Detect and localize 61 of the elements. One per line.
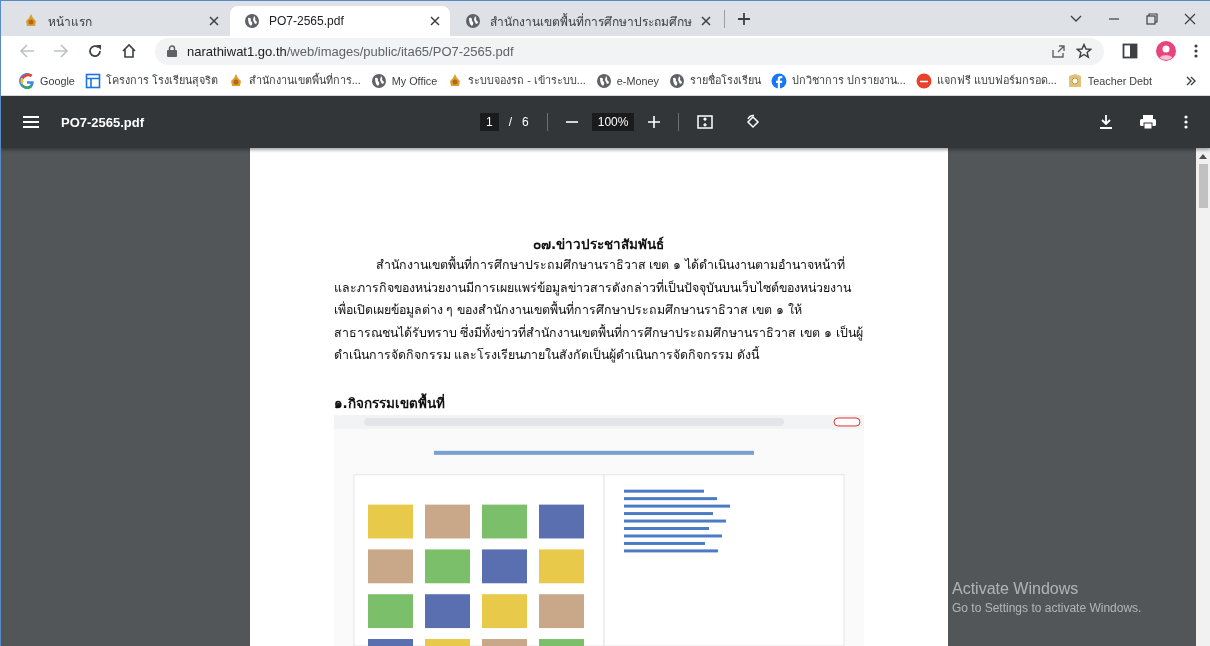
browser-tab[interactable]: หน้าแรก bbox=[9, 6, 229, 36]
bookmark-item[interactable]: Teacher Debt bbox=[1062, 69, 1157, 92]
close-icon[interactable] bbox=[701, 16, 711, 26]
globe-icon bbox=[595, 72, 612, 89]
more-menu-icon[interactable] bbox=[1184, 115, 1188, 129]
scroll-up-icon[interactable] bbox=[1199, 153, 1207, 159]
globe-icon bbox=[465, 13, 481, 29]
download-icon[interactable] bbox=[1100, 115, 1112, 129]
facebook-icon bbox=[770, 72, 787, 89]
reload-icon[interactable] bbox=[87, 43, 103, 59]
star-icon[interactable] bbox=[1076, 43, 1092, 59]
close-icon[interactable] bbox=[1184, 12, 1196, 25]
close-icon[interactable] bbox=[430, 16, 440, 26]
globe-icon bbox=[244, 13, 260, 29]
zoom-in-icon[interactable] bbox=[648, 116, 661, 128]
menu-icon[interactable] bbox=[23, 116, 39, 128]
double-chevron-icon[interactable] bbox=[1186, 75, 1196, 86]
bookmark-item[interactable]: My Office bbox=[366, 69, 442, 92]
restore-icon[interactable] bbox=[1146, 12, 1158, 25]
emblem-icon bbox=[23, 13, 39, 29]
print-icon[interactable] bbox=[1140, 115, 1156, 129]
rotate-icon[interactable] bbox=[745, 114, 762, 130]
fit-page-icon[interactable] bbox=[697, 114, 714, 130]
globe-icon bbox=[668, 72, 685, 89]
page-count: 6 bbox=[522, 115, 529, 129]
chevron-down-icon[interactable] bbox=[1070, 14, 1082, 23]
scrollbar-thumb[interactable] bbox=[1198, 164, 1208, 208]
home-icon[interactable] bbox=[121, 43, 137, 59]
browser-tab[interactable]: PO7-2565.pdf bbox=[230, 6, 450, 36]
zoom-field[interactable]: 100% bbox=[591, 113, 635, 131]
badge-icon bbox=[1066, 72, 1083, 89]
page-separator: / bbox=[508, 115, 513, 129]
bookmark-item[interactable]: ระบบจองรถ - เข้าระบบ... bbox=[443, 69, 590, 92]
profile-avatar-icon[interactable] bbox=[1156, 41, 1176, 61]
browser-tab[interactable]: สำนักงานเขตพื้นที่การศึกษาประถมศึกษ bbox=[451, 6, 721, 36]
file-name: PO7-2565.pdf bbox=[61, 114, 145, 130]
activation-notice-text: Go to Settings to activate Windows. bbox=[952, 601, 1142, 615]
more-menu-icon[interactable] bbox=[1194, 43, 1198, 59]
url-text: narathiwat1.go.th/web/images/public/ita65/PO7-2565.pdf bbox=[187, 43, 515, 59]
bookmark-item[interactable]: e-Money bbox=[591, 69, 663, 92]
google-icon bbox=[19, 72, 35, 89]
side-panel-icon[interactable] bbox=[1122, 43, 1138, 59]
document-paragraph: สำนักงานเขตพื้นที่การศึกษาประถมศึกษานราธิวาส เขต ๑ ได้ดำเนินงานตามอำนาจหน้าที่และภารกิจของหน่วยงานมีการเผยแพร่ข้อมูลข่าวสารดังกล่าวที่เป็นปัจจุบันบนเว็บไซต์ของหน่วยงานเพื่อเปิดเผยข้อมูลต่าง ๆ ของสำนักงานเขตพื้นที่การศึกษาประถมศึกษานราธิวาส เขต ๑ ให้สาธารณชนได้รับทราบ ซึ่งมีทั้งข่าวที่สำนักงานเขตพื้นที่การศึกษาประถมศึกษานราธิวาส เขต ๑ เป็นผู้ดำเนินการจัดกิจกรรม และโรงเรียนภายในสังกัดเป็นผู้ดำเนินการจัดกิจกรรม ดังนี้ bbox=[333, 255, 864, 365]
bookmark-item[interactable]: รายชื่อโรงเรียน bbox=[664, 69, 765, 92]
layout-icon bbox=[84, 72, 101, 89]
document-heading: ๐๗.ข่าวประชาสัมพันธ์ bbox=[531, 235, 666, 254]
plus-icon[interactable] bbox=[737, 11, 751, 26]
page-number-field[interactable]: 1 bbox=[480, 113, 499, 131]
bookmark-item[interactable]: ปกวิชาการ ปกรายงาน... bbox=[766, 69, 910, 92]
section-heading: ๑.กิจกรรมเขตพื้นที่ bbox=[333, 392, 446, 413]
close-icon[interactable] bbox=[209, 16, 219, 26]
activation-notice-title: Activate Windows bbox=[952, 580, 1080, 598]
globe-icon bbox=[370, 72, 387, 89]
round-logo-icon bbox=[915, 72, 932, 89]
bookmark-item[interactable]: สำนักงานเขตพื้นที่การ... bbox=[223, 69, 365, 92]
address-bar[interactable]: narathiwat1.go.th/web/images/public/ita65/PO7-2565.pdf bbox=[155, 37, 1104, 65]
bookmark-item[interactable]: โครงการ โรงเรียนสุจริต bbox=[80, 69, 222, 92]
bookmark-item[interactable]: Google bbox=[15, 69, 79, 92]
lock-icon bbox=[167, 45, 177, 57]
bookmark-item[interactable]: แจกฟรี แบบฟอร์มกรอด... bbox=[911, 69, 1061, 92]
share-icon[interactable] bbox=[1050, 43, 1066, 59]
